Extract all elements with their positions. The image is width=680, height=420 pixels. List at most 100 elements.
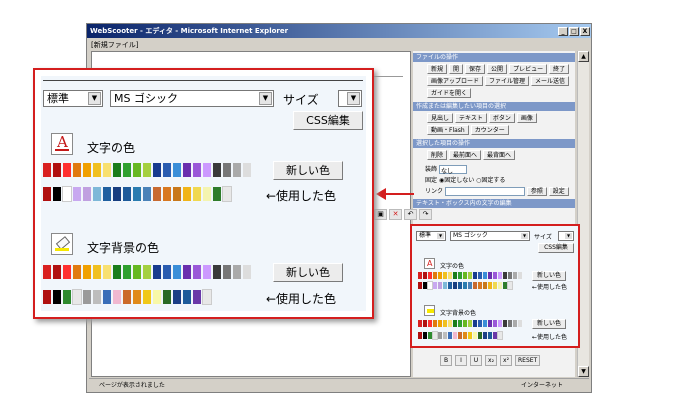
format-button-2[interactable]: U — [470, 355, 482, 366]
color-swatch[interactable] — [418, 320, 422, 327]
file-op-button-1[interactable]: 開 — [449, 64, 464, 74]
set-button[interactable]: 設定 — [548, 187, 569, 196]
color-swatch[interactable] — [163, 265, 171, 279]
color-swatch[interactable] — [103, 187, 111, 201]
decoration-select[interactable]: なし — [438, 165, 467, 175]
file-op-button-7[interactable]: ファイル管理 — [485, 76, 530, 86]
color-swatch[interactable] — [213, 163, 221, 177]
color-swatch[interactable] — [478, 282, 482, 289]
color-swatch[interactable] — [423, 282, 427, 289]
color-swatch[interactable] — [153, 290, 161, 304]
color-swatch[interactable] — [203, 265, 211, 279]
close-button[interactable]: X — [580, 26, 590, 36]
new-file-link[interactable]: [新規ファイル] — [91, 40, 138, 50]
color-swatch[interactable] — [493, 320, 497, 327]
color-swatch[interactable] — [63, 163, 71, 177]
color-swatch[interactable] — [458, 272, 462, 279]
size-select[interactable]: ▼ — [338, 90, 362, 107]
color-swatch[interactable] — [423, 320, 427, 327]
color-swatch[interactable] — [73, 163, 81, 177]
color-swatch[interactable] — [478, 320, 482, 327]
color-swatch[interactable] — [418, 282, 422, 289]
file-op-button-0[interactable]: 新規 — [427, 64, 448, 74]
color-swatch[interactable] — [503, 272, 507, 279]
new-color-button-small[interactable]: 新しい色 — [532, 271, 566, 281]
color-swatch[interactable] — [153, 163, 161, 177]
color-swatch[interactable] — [173, 265, 181, 279]
selected-button-2[interactable]: 最背面へ — [483, 150, 516, 160]
color-swatch[interactable] — [513, 272, 517, 279]
file-op-button-6[interactable]: 画像アップロード — [427, 76, 484, 86]
color-swatch[interactable] — [183, 290, 191, 304]
color-swatch[interactable] — [143, 265, 151, 279]
color-swatch[interactable] — [513, 320, 517, 327]
color-swatch[interactable] — [453, 282, 457, 289]
color-swatch[interactable] — [498, 272, 502, 279]
color-swatch[interactable] — [438, 272, 442, 279]
file-op-button-5[interactable]: 終了 — [549, 64, 570, 74]
color-swatch[interactable] — [428, 272, 432, 279]
insert-button-4[interactable]: 動画・Flash — [427, 125, 469, 135]
color-swatch[interactable] — [418, 272, 422, 279]
color-swatch[interactable] — [503, 282, 507, 289]
color-swatch[interactable] — [113, 265, 121, 279]
link-input[interactable] — [444, 187, 525, 196]
color-swatch[interactable] — [173, 187, 181, 201]
color-swatch[interactable] — [203, 187, 211, 201]
color-swatch[interactable] — [123, 265, 131, 279]
color-swatch[interactable] — [493, 282, 497, 289]
color-swatch[interactable] — [43, 290, 51, 304]
selected-button-0[interactable]: 削除 — [427, 150, 448, 160]
color-swatch[interactable] — [123, 187, 131, 201]
color-swatch[interactable] — [438, 320, 442, 327]
format-button-0[interactable]: B — [440, 355, 452, 366]
file-op-button-3[interactable]: 公開 — [487, 64, 508, 74]
file-op-button-4[interactable]: プレビュー — [509, 64, 548, 74]
color-swatch[interactable] — [488, 282, 492, 289]
ref-button[interactable]: 参照 — [526, 187, 547, 196]
color-swatch[interactable] — [468, 320, 472, 327]
color-swatch[interactable] — [463, 332, 467, 339]
maximize-button[interactable]: □ — [569, 26, 579, 36]
color-swatch[interactable] — [103, 163, 111, 177]
color-swatch[interactable] — [503, 320, 507, 327]
color-swatch[interactable] — [483, 332, 487, 339]
color-swatch[interactable] — [427, 281, 433, 290]
color-swatch[interactable] — [432, 331, 438, 340]
color-swatch[interactable] — [443, 332, 447, 339]
color-swatch[interactable] — [493, 332, 497, 339]
color-swatch[interactable] — [53, 187, 61, 201]
color-swatch[interactable] — [223, 265, 231, 279]
color-swatch[interactable] — [478, 272, 482, 279]
undo-icon[interactable]: ↶ — [404, 209, 417, 220]
insert-button-0[interactable]: 見出し — [427, 113, 454, 123]
color-swatch[interactable] — [433, 272, 437, 279]
color-swatch[interactable] — [183, 163, 191, 177]
color-swatch[interactable] — [453, 332, 457, 339]
paste-icon[interactable]: ▣ — [374, 209, 387, 220]
color-swatch[interactable] — [53, 265, 61, 279]
insert-button-2[interactable]: ボタン — [488, 113, 515, 123]
color-swatch[interactable] — [488, 332, 492, 339]
format-button-1[interactable]: I — [455, 355, 467, 366]
color-swatch[interactable] — [438, 332, 442, 339]
color-swatch[interactable] — [163, 290, 171, 304]
highlighter-icon[interactable] — [424, 305, 435, 316]
insert-button-5[interactable]: カウンター — [470, 125, 509, 135]
color-swatch[interactable] — [113, 290, 121, 304]
color-swatch[interactable] — [103, 290, 111, 304]
color-swatch[interactable] — [243, 265, 251, 279]
insert-button-3[interactable]: 画像 — [516, 113, 537, 123]
color-swatch[interactable] — [443, 320, 447, 327]
color-swatch[interactable] — [443, 282, 447, 289]
color-swatch[interactable] — [93, 187, 101, 201]
color-swatch[interactable] — [72, 289, 82, 305]
file-op-button-2[interactable]: 保存 — [465, 64, 486, 74]
color-swatch[interactable] — [73, 187, 81, 201]
color-swatch[interactable] — [203, 163, 211, 177]
color-swatch[interactable] — [223, 163, 231, 177]
new-color-button[interactable]: 新しい色 — [273, 161, 343, 180]
color-swatch[interactable] — [518, 320, 522, 327]
style-select[interactable]: 標準 ▼ — [43, 90, 103, 107]
color-swatch[interactable] — [153, 265, 161, 279]
